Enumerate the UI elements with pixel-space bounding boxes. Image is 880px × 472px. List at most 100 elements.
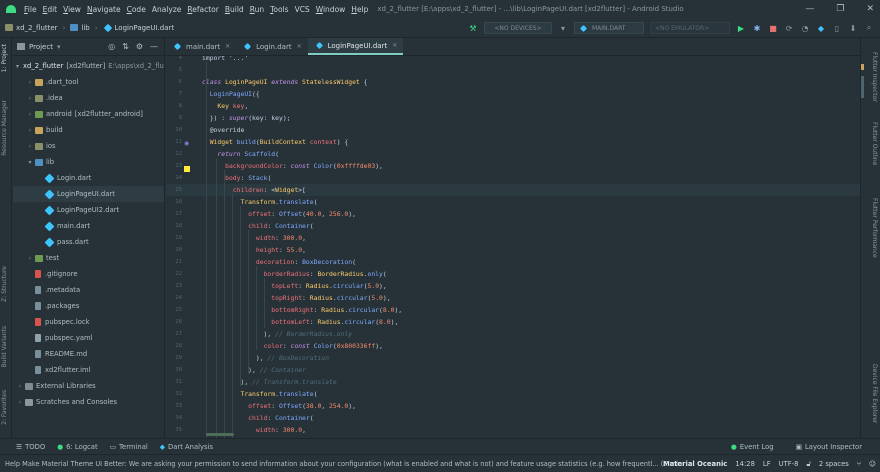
tree-item[interactable]: › test <box>13 250 164 266</box>
breadcrumb-lib[interactable]: lib <box>67 24 92 32</box>
code-line[interactable]: 14 body: Stack( <box>166 172 860 184</box>
code-line[interactable]: 12 return Scaffold( <box>166 148 860 160</box>
run-config-dropdown[interactable]: MAIN.DART <box>574 22 644 34</box>
code-line[interactable]: 8 Key key, <box>166 100 860 112</box>
chevron-icon[interactable]: › <box>16 399 24 406</box>
tool-tab-flutter-inspector[interactable]: Flutter Inspector <box>871 52 878 102</box>
theme-indicator[interactable]: Material Oceanic <box>663 460 727 468</box>
maximize-icon[interactable]: ❐ <box>836 4 844 14</box>
code-line[interactable]: 6 class LoginPageUI extends StatelessWidg… <box>166 76 860 88</box>
tool-tab-flutter-outline[interactable]: Flutter Outline <box>871 122 878 165</box>
tree-item[interactable]: pubspec.yaml <box>13 330 164 346</box>
tool-tab-terminal[interactable]: ▭ Terminal <box>104 443 154 451</box>
chevron-icon[interactable]: › <box>26 143 34 150</box>
tool-tab-resource-manager[interactable]: Resource Manager <box>1 100 8 156</box>
file-encoding[interactable]: UTF-8 <box>779 460 799 468</box>
menu-window[interactable]: Window <box>313 5 349 14</box>
search-icon[interactable]: ⌕ <box>864 23 874 33</box>
tool-tab-todo[interactable]: ☰ TODO <box>0 443 51 451</box>
chevron-icon[interactable]: › <box>26 127 34 134</box>
menu-build[interactable]: Build <box>222 5 247 14</box>
menu-file[interactable]: File <box>21 5 40 14</box>
debug-icon[interactable]: ✱ <box>752 23 762 33</box>
tree-item[interactable]: ▾ xd_2_flutter [xd2flutter] E:\apps\xd_2_fl… <box>13 58 164 74</box>
tool-tab-event-log[interactable]: ● Event Log <box>725 443 780 451</box>
profiler-icon[interactable]: ◔ <box>800 23 810 33</box>
code-line[interactable]: 17 offset: Offset(40.0, 256.0), <box>166 208 860 220</box>
tree-item[interactable]: LoginPageUI.dart <box>13 186 164 202</box>
menu-run[interactable]: Run <box>247 5 267 14</box>
code-line[interactable]: 5 <box>166 64 860 76</box>
device-manager-icon[interactable]: ▯ <box>832 23 842 33</box>
gear-icon[interactable]: ⚙ <box>136 42 143 51</box>
run-icon[interactable]: ▶ <box>736 23 746 33</box>
tree-item[interactable]: › .idea <box>13 90 164 106</box>
code-line[interactable]: 7 LoginPageUI({ <box>166 88 860 100</box>
tool-tab-logcat[interactable]: ● 6: Logcat <box>51 443 103 451</box>
device-dropdown[interactable]: <NO DEVICES> <box>484 22 552 34</box>
code-line[interactable]: 21 decoration: BoxDecoration( <box>166 256 860 268</box>
code-line[interactable]: 30 ), // Container <box>166 364 860 376</box>
chevron-icon[interactable]: › <box>26 255 34 262</box>
tree-item[interactable]: .metadata <box>13 282 164 298</box>
lock-icon[interactable]: 🔓︎ <box>806 460 810 469</box>
tool-tab-project[interactable]: 1: Project <box>1 44 8 72</box>
code-line[interactable]: 27 ), // BorderRadius.only <box>166 328 860 340</box>
menu-edit[interactable]: Edit <box>40 5 61 14</box>
tool-tab-flutter-performance[interactable]: Flutter Performance <box>871 198 878 258</box>
tree-item[interactable]: README.md <box>13 346 164 362</box>
code-line[interactable]: 23 topLeft: Radius.circular(5.0), <box>166 280 860 292</box>
tree-item[interactable]: xd2flutter.iml <box>13 362 164 378</box>
cursor-position[interactable]: 14:28 <box>735 460 755 468</box>
chevron-icon[interactable]: ▾ <box>16 63 19 70</box>
menu-vcs[interactable]: VCS <box>292 5 313 14</box>
close-icon[interactable]: ✕ <box>866 4 874 14</box>
sync-icon[interactable]: ⟳ <box>784 23 794 33</box>
sdk-manager-icon[interactable]: ⬇ <box>848 23 858 33</box>
tree-item[interactable]: ▾ lib <box>13 154 164 170</box>
tree-item[interactable]: pubspec.lock <box>13 314 164 330</box>
tool-tab-dart-analysis[interactable]: ◆ Dart Analysis <box>154 443 219 451</box>
close-tab-icon[interactable]: ✕ <box>297 43 302 50</box>
code-line[interactable]: 35 width: 300.0, <box>166 424 860 436</box>
code-line[interactable]: 31 ), // Transform.translate <box>166 376 860 388</box>
code-line[interactable]: 9 }) : super(key: key); <box>166 112 860 124</box>
code-line[interactable]: 19 width: 300.0, <box>166 232 860 244</box>
collapse-all-icon[interactable]: ⇅ <box>122 42 129 51</box>
tree-item[interactable]: › External Libraries <box>13 378 164 394</box>
code-line[interactable]: 10 @override <box>166 124 860 136</box>
code-line[interactable]: 11 Widget build(BuildContext context) { <box>166 136 860 148</box>
locate-icon[interactable]: ◎ <box>108 42 115 51</box>
tree-item[interactable]: › android [xd2flutter_android] <box>13 106 164 122</box>
code-line[interactable]: 15 children: <Widget>[ <box>166 184 860 196</box>
chevron-down-icon[interactable]: ▾ <box>558 23 568 33</box>
code-line[interactable]: 4 import '...' <box>166 56 860 64</box>
tree-item[interactable]: pass.dart <box>13 234 164 250</box>
stop-icon[interactable]: ■ <box>768 23 778 33</box>
tool-tab-layout-inspector[interactable]: ▣ Layout Inspector <box>790 443 868 451</box>
code-line[interactable]: 29 ), // BoxDecoration <box>166 352 860 364</box>
tree-item[interactable]: LoginPageUI2.dart <box>13 202 164 218</box>
chevron-icon[interactable]: › <box>26 95 34 102</box>
menu-code[interactable]: Code <box>124 5 149 14</box>
hide-icon[interactable]: — <box>150 42 158 51</box>
breadcrumb-file[interactable]: LoginPageUI.dart <box>100 23 178 32</box>
tree-item[interactable]: .packages <box>13 298 164 314</box>
flutter-icon[interactable]: ◆ <box>816 23 826 33</box>
chevron-icon[interactable]: › <box>26 111 34 118</box>
override-marker-icon[interactable]: ◉ <box>184 140 190 147</box>
tool-tab-favorites[interactable]: 2: Favorites <box>1 390 8 425</box>
code-line[interactable]: 16 Transform.translate( <box>166 196 860 208</box>
code-line[interactable]: 34 child: Container( <box>166 412 860 424</box>
menu-tools[interactable]: Tools <box>267 5 291 14</box>
chevron-icon[interactable]: › <box>26 79 34 86</box>
hammer-icon[interactable]: ⚒ <box>468 23 478 33</box>
menu-help[interactable]: Help <box>348 5 371 14</box>
code-line[interactable]: 25 bottomRight: Radius.circular(8.0), <box>166 304 860 316</box>
minimize-icon[interactable]: — <box>805 4 814 14</box>
project-view-dropdown[interactable]: Project ▾ <box>17 43 60 51</box>
git-icon[interactable]: ⑂ <box>857 460 861 468</box>
tool-tab-device-file-explorer[interactable]: Device File Explorer <box>871 364 878 423</box>
code-line[interactable]: 20 height: 55.0, <box>166 244 860 256</box>
tree-item[interactable]: › Scratches and Consoles <box>13 394 164 410</box>
